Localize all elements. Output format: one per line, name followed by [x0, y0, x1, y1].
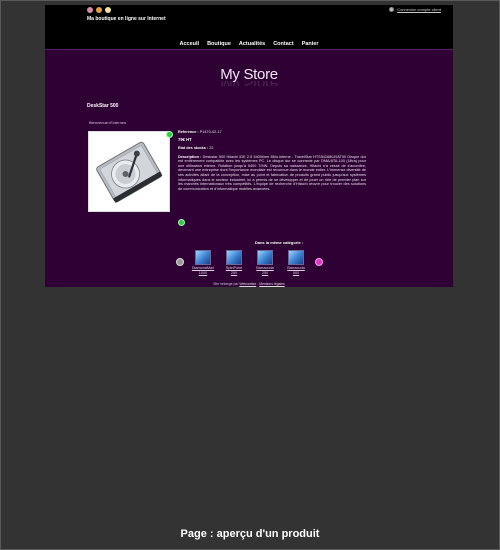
- related-item-name[interactable]: SpinPoint: [219, 266, 249, 270]
- site-footer: Site hébergé par Webcartise - Mentions l…: [45, 282, 453, 286]
- related-item-sub[interactable]: 250: [219, 271, 249, 275]
- page-caption: Page : aperçu d'un produit: [180, 528, 320, 540]
- product-price: 79€ HT: [178, 137, 192, 143]
- related-carousel: DiamondMax 1000 SpinPoint 250 Barracuda …: [176, 250, 326, 280]
- reference-label: Reference :: [178, 130, 199, 134]
- related-item-name[interactable]: DiamondMax: [188, 266, 218, 270]
- related-item[interactable]: SpinPoint 250: [219, 250, 249, 276]
- product-thumbnail[interactable]: [257, 250, 273, 265]
- related-item-sub[interactable]: 1000: [188, 271, 218, 275]
- nav-divider: [45, 49, 453, 50]
- related-item[interactable]: Barracuda 500: [281, 250, 311, 276]
- store-logo-reflection: My Store: [45, 81, 453, 86]
- carousel-next-button[interactable]: [315, 258, 323, 266]
- hard-drive-image: [89, 132, 169, 211]
- footer-prefix: Site hébergé par: [213, 282, 239, 286]
- login-link[interactable]: Connexion compte client: [389, 7, 441, 12]
- site-tagline: Ma boutique en ligne sur Internet: [87, 16, 166, 22]
- related-item-sub[interactable]: 500: [281, 271, 311, 275]
- language-selector: [87, 7, 111, 13]
- flag-icon[interactable]: [87, 7, 93, 13]
- flag-icon[interactable]: [96, 7, 102, 13]
- new-badge-icon: [166, 131, 173, 138]
- product-title: DeskStar 500: [87, 103, 119, 109]
- description-text: Deskstar 500 Hitachi IDE 2.5 5400t/mn 8M…: [178, 154, 366, 191]
- description-label: Description :: [178, 154, 202, 159]
- product-thumbnail[interactable]: [226, 250, 242, 265]
- breadcrumb[interactable]: Bienvenue>Externes: [89, 120, 126, 125]
- product-photo[interactable]: [88, 131, 170, 212]
- related-item-name[interactable]: Barracuda: [281, 266, 311, 270]
- stock-value: 22: [209, 146, 214, 151]
- flag-icon[interactable]: [105, 7, 111, 13]
- related-item[interactable]: DiamondMax 1000: [188, 250, 218, 276]
- product-details: Reference : P1470-02-17 79€ HT Etat des …: [178, 130, 366, 195]
- store-page: Ma boutique en ligne sur Internet Connex…: [45, 5, 453, 287]
- add-to-cart-icon[interactable]: [178, 219, 185, 226]
- related-item-sub[interactable]: 250: [250, 271, 280, 275]
- top-bar: Ma boutique en ligne sur Internet Connex…: [45, 5, 453, 49]
- footer-host-link[interactable]: Webcartise: [239, 282, 256, 286]
- product-thumbnail[interactable]: [195, 250, 211, 265]
- carousel-prev-button[interactable]: [176, 258, 184, 266]
- related-item-name[interactable]: Barracuda: [250, 266, 280, 270]
- reference-value: P1470-02-17: [199, 130, 222, 134]
- login-link-label[interactable]: Connexion compte client: [397, 7, 441, 12]
- user-icon: [389, 7, 395, 12]
- related-title: Dans la même catégorie :: [254, 240, 304, 245]
- related-item[interactable]: Barracuda 250: [250, 250, 280, 276]
- footer-legal-link[interactable]: Mentions légales: [259, 282, 284, 286]
- product-thumbnail[interactable]: [288, 250, 304, 265]
- stock-label: Etat des stocks :: [178, 146, 209, 151]
